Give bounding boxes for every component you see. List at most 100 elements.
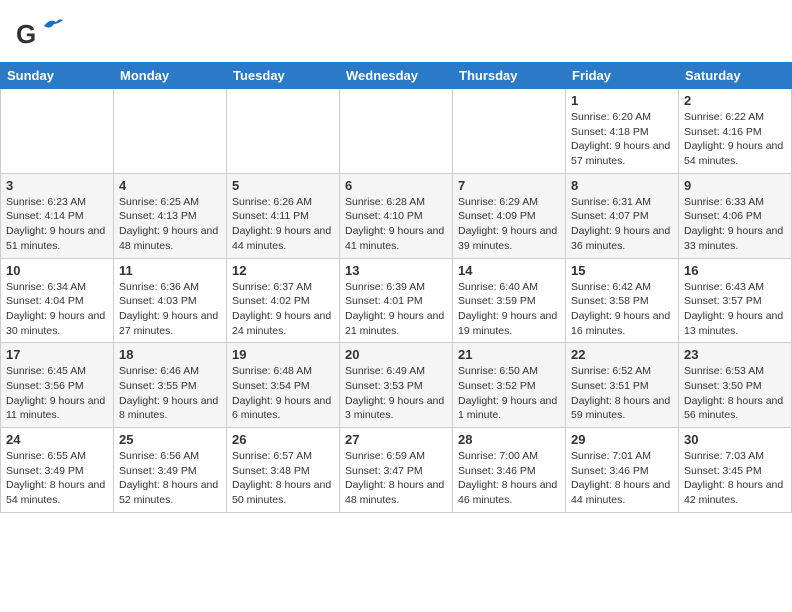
- day-info: Sunrise: 6:49 AM Sunset: 3:53 PM Dayligh…: [345, 364, 447, 423]
- day-number: 16: [684, 263, 786, 278]
- day-number: 8: [571, 178, 673, 193]
- calendar-cell: 14 Sunrise: 6:40 AM Sunset: 3:59 PM Dayli…: [453, 258, 566, 343]
- day-info: Sunrise: 6:55 AM Sunset: 3:49 PM Dayligh…: [6, 449, 108, 508]
- calendar-table: SundayMondayTuesdayWednesdayThursdayFrid…: [0, 62, 792, 513]
- day-number: 29: [571, 432, 673, 447]
- calendar-cell: 24 Sunrise: 6:55 AM Sunset: 3:49 PM Dayli…: [1, 428, 114, 513]
- day-info: Sunrise: 6:45 AM Sunset: 3:56 PM Dayligh…: [6, 364, 108, 423]
- calendar-cell: 28 Sunrise: 7:00 AM Sunset: 3:46 PM Dayli…: [453, 428, 566, 513]
- day-number: 17: [6, 347, 108, 362]
- calendar-cell: 23 Sunrise: 6:53 AM Sunset: 3:50 PM Dayli…: [679, 343, 792, 428]
- day-number: 12: [232, 263, 334, 278]
- day-number: 21: [458, 347, 560, 362]
- calendar-cell: 25 Sunrise: 6:56 AM Sunset: 3:49 PM Dayli…: [114, 428, 227, 513]
- day-info: Sunrise: 6:42 AM Sunset: 3:58 PM Dayligh…: [571, 280, 673, 339]
- calendar-cell: 27 Sunrise: 6:59 AM Sunset: 3:47 PM Dayli…: [340, 428, 453, 513]
- logo-bird-icon: [42, 16, 64, 34]
- logo-general-g: G: [16, 21, 36, 47]
- calendar-cell: 22 Sunrise: 6:52 AM Sunset: 3:51 PM Dayli…: [566, 343, 679, 428]
- calendar-header-saturday: Saturday: [679, 63, 792, 89]
- day-info: Sunrise: 6:57 AM Sunset: 3:48 PM Dayligh…: [232, 449, 334, 508]
- day-info: Sunrise: 6:36 AM Sunset: 4:03 PM Dayligh…: [119, 280, 221, 339]
- calendar-cell: 21 Sunrise: 6:50 AM Sunset: 3:52 PM Dayli…: [453, 343, 566, 428]
- calendar-cell: [340, 89, 453, 174]
- day-info: Sunrise: 7:01 AM Sunset: 3:46 PM Dayligh…: [571, 449, 673, 508]
- day-info: Sunrise: 6:20 AM Sunset: 4:18 PM Dayligh…: [571, 110, 673, 169]
- calendar-cell: 4 Sunrise: 6:25 AM Sunset: 4:13 PM Daylig…: [114, 173, 227, 258]
- day-number: 10: [6, 263, 108, 278]
- calendar-cell: [453, 89, 566, 174]
- day-number: 4: [119, 178, 221, 193]
- day-number: 5: [232, 178, 334, 193]
- day-info: Sunrise: 6:46 AM Sunset: 3:55 PM Dayligh…: [119, 364, 221, 423]
- day-info: Sunrise: 6:43 AM Sunset: 3:57 PM Dayligh…: [684, 280, 786, 339]
- day-info: Sunrise: 7:00 AM Sunset: 3:46 PM Dayligh…: [458, 449, 560, 508]
- calendar-cell: 16 Sunrise: 6:43 AM Sunset: 3:57 PM Dayli…: [679, 258, 792, 343]
- calendar-cell: 5 Sunrise: 6:26 AM Sunset: 4:11 PM Daylig…: [227, 173, 340, 258]
- calendar-cell: 12Sunrise: 6:37 AM Sunset: 4:02 PM Dayli…: [227, 258, 340, 343]
- day-info: Sunrise: 6:29 AM Sunset: 4:09 PM Dayligh…: [458, 195, 560, 254]
- day-number: 19: [232, 347, 334, 362]
- day-info: Sunrise: 6:40 AM Sunset: 3:59 PM Dayligh…: [458, 280, 560, 339]
- calendar-header-sunday: Sunday: [1, 63, 114, 89]
- calendar-cell: 15 Sunrise: 6:42 AM Sunset: 3:58 PM Dayli…: [566, 258, 679, 343]
- day-info: Sunrise: 6:50 AM Sunset: 3:52 PM Dayligh…: [458, 364, 560, 423]
- calendar-cell: 1 Sunrise: 6:20 AM Sunset: 4:18 PM Daylig…: [566, 89, 679, 174]
- day-number: 26: [232, 432, 334, 447]
- day-info: Sunrise: 6:25 AM Sunset: 4:13 PM Dayligh…: [119, 195, 221, 254]
- day-number: 25: [119, 432, 221, 447]
- day-info: Sunrise: 6:56 AM Sunset: 3:49 PM Dayligh…: [119, 449, 221, 508]
- day-number: 2: [684, 93, 786, 108]
- calendar-cell: [114, 89, 227, 174]
- calendar-header-thursday: Thursday: [453, 63, 566, 89]
- day-number: 14: [458, 263, 560, 278]
- calendar-cell: [227, 89, 340, 174]
- calendar-header-friday: Friday: [566, 63, 679, 89]
- day-number: 1: [571, 93, 673, 108]
- day-number: 22: [571, 347, 673, 362]
- calendar-cell: 18 Sunrise: 6:46 AM Sunset: 3:55 PM Dayli…: [114, 343, 227, 428]
- day-info: Sunrise: 6:22 AM Sunset: 4:16 PM Dayligh…: [684, 110, 786, 169]
- day-number: 7: [458, 178, 560, 193]
- calendar-cell: 3 Sunrise: 6:23 AM Sunset: 4:14 PM Daylig…: [1, 173, 114, 258]
- day-number: 3: [6, 178, 108, 193]
- logo: G: [16, 14, 64, 54]
- day-info: Sunrise: 6:39 AM Sunset: 4:01 PM Dayligh…: [345, 280, 447, 339]
- calendar-cell: 2 Sunrise: 6:22 AM Sunset: 4:16 PM Daylig…: [679, 89, 792, 174]
- day-info: Sunrise: 6:53 AM Sunset: 3:50 PM Dayligh…: [684, 364, 786, 423]
- calendar-cell: 17 Sunrise: 6:45 AM Sunset: 3:56 PM Dayli…: [1, 343, 114, 428]
- calendar-cell: 6 Sunrise: 6:28 AM Sunset: 4:10 PM Daylig…: [340, 173, 453, 258]
- day-number: 30: [684, 432, 786, 447]
- day-number: 24: [6, 432, 108, 447]
- calendar-cell: 9 Sunrise: 6:33 AM Sunset: 4:06 PM Daylig…: [679, 173, 792, 258]
- calendar-cell: 30 Sunrise: 7:03 AM Sunset: 3:45 PM Dayli…: [679, 428, 792, 513]
- day-number: 18: [119, 347, 221, 362]
- calendar-header-wednesday: Wednesday: [340, 63, 453, 89]
- calendar-cell: 19Sunrise: 6:48 AM Sunset: 3:54 PM Dayli…: [227, 343, 340, 428]
- day-number: 20: [345, 347, 447, 362]
- day-number: 13: [345, 263, 447, 278]
- calendar-cell: 7 Sunrise: 6:29 AM Sunset: 4:09 PM Daylig…: [453, 173, 566, 258]
- day-number: 9: [684, 178, 786, 193]
- calendar-cell: 13 Sunrise: 6:39 AM Sunset: 4:01 PM Dayli…: [340, 258, 453, 343]
- calendar-cell: 11 Sunrise: 6:36 AM Sunset: 4:03 PM Dayli…: [114, 258, 227, 343]
- day-info: Sunrise: 6:26 AM Sunset: 4:11 PM Dayligh…: [232, 195, 334, 254]
- calendar-cell: 20 Sunrise: 6:49 AM Sunset: 3:53 PM Dayli…: [340, 343, 453, 428]
- day-number: 23: [684, 347, 786, 362]
- day-info: Sunrise: 6:28 AM Sunset: 4:10 PM Dayligh…: [345, 195, 447, 254]
- day-info: Sunrise: 7:03 AM Sunset: 3:45 PM Dayligh…: [684, 449, 786, 508]
- calendar-cell: [1, 89, 114, 174]
- day-number: 6: [345, 178, 447, 193]
- day-info: Sunrise: 6:59 AM Sunset: 3:47 PM Dayligh…: [345, 449, 447, 508]
- day-number: 28: [458, 432, 560, 447]
- day-number: 27: [345, 432, 447, 447]
- calendar-header-tuesday: Tuesday: [227, 63, 340, 89]
- calendar-header-monday: Monday: [114, 63, 227, 89]
- day-number: 11: [119, 263, 221, 278]
- day-number: 15: [571, 263, 673, 278]
- day-info: Sunrise: 6:33 AM Sunset: 4:06 PM Dayligh…: [684, 195, 786, 254]
- day-info: Sunrise: 6:52 AM Sunset: 3:51 PM Dayligh…: [571, 364, 673, 423]
- day-info: Sunrise: 6:23 AM Sunset: 4:14 PM Dayligh…: [6, 195, 108, 254]
- day-info: Sunrise: 6:34 AM Sunset: 4:04 PM Dayligh…: [6, 280, 108, 339]
- day-info: Sunrise: 6:31 AM Sunset: 4:07 PM Dayligh…: [571, 195, 673, 254]
